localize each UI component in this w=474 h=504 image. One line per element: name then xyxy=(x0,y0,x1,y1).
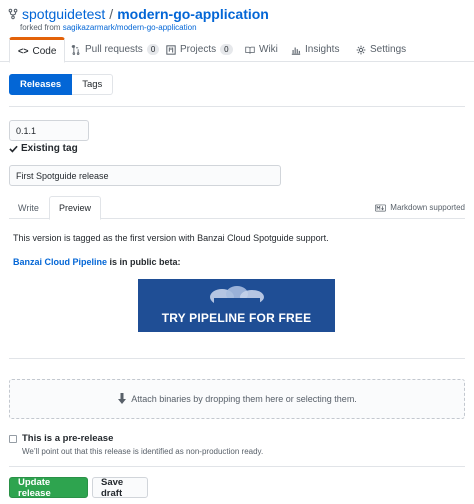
prerelease-label: This is a pre-release xyxy=(22,433,114,444)
forked-from-link[interactable]: sagikazarmark/modern-go-application xyxy=(63,23,197,32)
tab-pull-requests[interactable]: Pull requests 0 xyxy=(63,37,167,62)
forked-from: forked from sagikazarmark/modern-go-appl… xyxy=(20,23,466,32)
tag-version-input[interactable]: 0.1.1 xyxy=(9,120,89,141)
code-icon: <> xyxy=(18,46,29,56)
markdown-icon xyxy=(375,204,387,211)
releases-subnav: Releases Tags xyxy=(9,74,114,95)
existing-tag-label: Existing tag xyxy=(21,143,78,154)
save-draft-button[interactable]: Save draft xyxy=(92,477,148,499)
beta-line: Banzai Cloud Pipeline is in public beta: xyxy=(13,256,461,268)
repo-nav-tabs: <> Code Pull requests 0 Projects 0 Wiki … xyxy=(0,37,474,63)
preview-paragraph: This version is tagged as the first vers… xyxy=(13,233,329,243)
divider xyxy=(9,466,465,467)
attach-binaries-dropzone[interactable]: Attach binaries by dropping them here or… xyxy=(9,379,465,419)
divider xyxy=(9,358,465,359)
existing-tag-status: Existing tag xyxy=(9,143,78,154)
arrow-down-icon xyxy=(118,393,127,404)
graph-icon xyxy=(291,47,301,55)
repo-header: spotguidetest / modern-go-application fo… xyxy=(8,6,466,32)
prerelease-note: We’ll point out that this release is ide… xyxy=(22,447,264,456)
cloud-logo-icon xyxy=(210,286,264,305)
dropzone-text: Attach binaries by dropping them here or… xyxy=(131,394,357,404)
check-icon xyxy=(9,145,18,153)
project-icon xyxy=(166,44,176,55)
repo-name-link[interactable]: modern-go-application xyxy=(117,6,269,22)
gear-icon xyxy=(356,45,366,54)
release-preview: This version is tagged as the first vers… xyxy=(13,232,461,280)
forked-prefix: forked from xyxy=(20,23,63,32)
markdown-hint[interactable]: Markdown supported xyxy=(375,196,465,219)
releases-subnav-tab[interactable]: Releases xyxy=(9,74,73,95)
banner-cta-bold: TRY PIPELINE xyxy=(161,311,246,325)
banzai-pipeline-link[interactable]: Banzai Cloud Pipeline xyxy=(13,257,107,267)
prerelease-option[interactable]: This is a pre-release xyxy=(9,433,113,444)
tab-insights[interactable]: Insights xyxy=(283,37,347,62)
tab-wiki-label: Wiki xyxy=(259,44,278,55)
tab-projects-label: Projects xyxy=(180,44,217,55)
release-title-input[interactable]: First Spotguide release xyxy=(9,165,281,186)
tab-pull-requests-label: Pull requests xyxy=(85,44,143,55)
tab-projects[interactable]: Projects 0 xyxy=(158,37,241,62)
banner-cta-rest: FOR FREE xyxy=(245,311,312,325)
book-icon xyxy=(245,46,255,54)
repo-owner-link[interactable]: spotguidetest xyxy=(22,6,105,22)
try-pipeline-banner[interactable]: TRY PIPELINE FOR FREE xyxy=(138,279,335,332)
pull-request-icon xyxy=(71,44,80,55)
update-release-button[interactable]: Update release xyxy=(9,477,88,499)
tab-write[interactable]: Write xyxy=(9,196,48,219)
tab-wiki[interactable]: Wiki xyxy=(237,37,286,62)
repo-separator: / xyxy=(109,6,114,22)
tab-code-label: Code xyxy=(32,45,57,57)
banner-cta-text: TRY PIPELINE FOR FREE xyxy=(162,311,312,325)
repo-forked-icon xyxy=(8,8,18,20)
tags-subnav-tab[interactable]: Tags xyxy=(72,74,114,95)
beta-suffix: is in public beta: xyxy=(107,257,181,267)
tab-code[interactable]: <> Code xyxy=(9,37,66,63)
editor-tabs: Write Preview Markdown supported xyxy=(9,196,465,220)
tab-settings[interactable]: Settings xyxy=(348,37,414,62)
tab-insights-label: Insights xyxy=(305,44,340,55)
repo-title: spotguidetest / modern-go-application xyxy=(8,6,466,22)
tab-settings-label: Settings xyxy=(370,44,407,55)
tab-preview[interactable]: Preview xyxy=(49,196,102,220)
projects-counter: 0 xyxy=(220,44,233,55)
divider xyxy=(9,106,465,107)
prerelease-checkbox[interactable] xyxy=(9,434,17,443)
markdown-hint-label: Markdown supported xyxy=(390,203,465,212)
